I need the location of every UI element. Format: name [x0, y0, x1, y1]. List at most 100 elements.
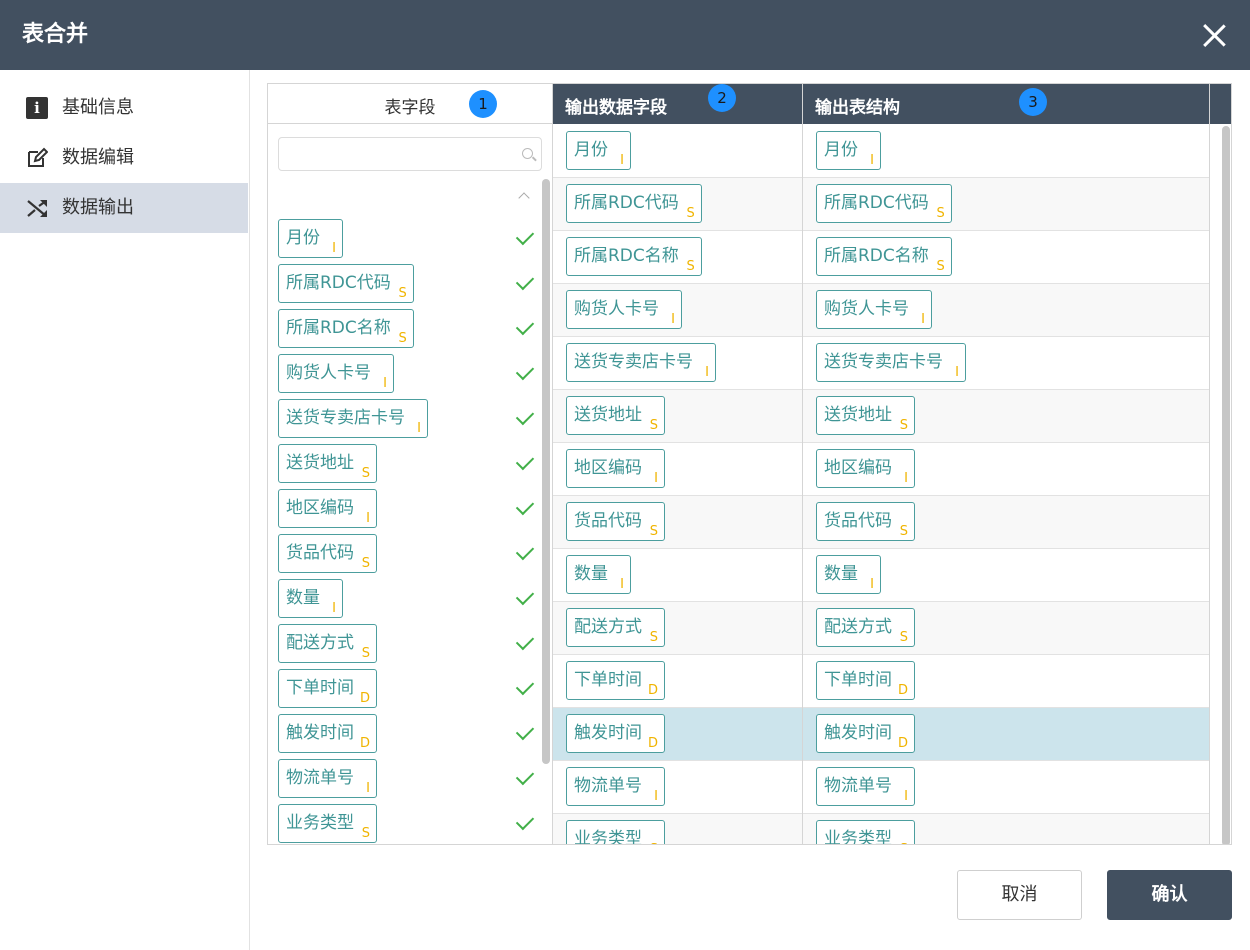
- check-icon[interactable]: [515, 226, 535, 246]
- check-icon[interactable]: [515, 631, 535, 651]
- field-tag[interactable]: 配送方式 S: [278, 624, 377, 663]
- field-name: 月份: [286, 228, 320, 248]
- field-tag[interactable]: 月份 I: [566, 131, 631, 170]
- check-icon[interactable]: [515, 451, 535, 471]
- check-icon[interactable]: [515, 361, 535, 381]
- field-type-letter: I: [620, 153, 624, 168]
- field-type-letter: S: [361, 646, 370, 661]
- check-icon[interactable]: [515, 496, 535, 516]
- field-tag[interactable]: 所属RDC代码 S: [816, 184, 952, 223]
- field-type-letter: I: [332, 241, 336, 256]
- field-type-letter: S: [899, 524, 908, 539]
- field-name: 货品代码: [574, 511, 642, 531]
- check-icon[interactable]: [515, 271, 535, 291]
- sidebar-item-data-output[interactable]: 数据输出: [0, 183, 248, 233]
- field-tag[interactable]: 送货地址 S: [278, 444, 377, 483]
- field-name: 送货专卖店卡号: [286, 408, 405, 428]
- field-tag[interactable]: 所属RDC代码 S: [566, 184, 702, 223]
- field-type-letter: S: [649, 418, 658, 433]
- field-tag[interactable]: 数量 I: [566, 555, 631, 594]
- field-name: 物流单号: [824, 776, 892, 796]
- chevron-up-icon[interactable]: [517, 189, 531, 203]
- field-tag[interactable]: 数量 I: [278, 579, 343, 618]
- field-tag[interactable]: 触发时间 D: [566, 714, 665, 753]
- field-tag[interactable]: 物流单号 I: [278, 759, 377, 798]
- field-type-letter: I: [671, 312, 675, 327]
- field-tag[interactable]: 下单时间 D: [816, 661, 915, 700]
- field-tag[interactable]: 货品代码 S: [278, 534, 377, 573]
- scrollbar[interactable]: [1222, 126, 1230, 844]
- field-tag[interactable]: 物流单号 I: [566, 767, 665, 806]
- field-tag[interactable]: 购货人卡号 I: [566, 290, 682, 329]
- column-header-label: 输出表结构: [815, 98, 900, 118]
- field-name: 所属RDC代码: [574, 193, 679, 213]
- field-name: 所属RDC名称: [574, 246, 679, 266]
- field-type-letter: S: [361, 556, 370, 571]
- field-type-letter: I: [705, 365, 709, 380]
- field-tag[interactable]: 送货专卖店卡号 I: [566, 343, 716, 382]
- field-tag[interactable]: 送货专卖店卡号 I: [278, 399, 428, 438]
- step-badge: 2: [708, 84, 736, 112]
- field-name: 购货人卡号: [574, 299, 659, 319]
- field-type-letter: S: [650, 843, 658, 845]
- field-tag[interactable]: 月份 I: [816, 131, 881, 170]
- field-tag[interactable]: 送货地址 S: [566, 396, 665, 435]
- field-name: 送货地址: [574, 405, 642, 425]
- field-tag[interactable]: 送货地址 S: [816, 396, 915, 435]
- shuffle-icon: [26, 197, 48, 219]
- field-tag[interactable]: 物流单号 I: [816, 767, 915, 806]
- field-tag[interactable]: 购货人卡号 I: [278, 354, 394, 393]
- search-input[interactable]: [287, 139, 517, 169]
- scrollbar[interactable]: [542, 179, 550, 764]
- field-type-letter: I: [955, 365, 959, 380]
- field-tag[interactable]: 地区编码 I: [816, 449, 915, 488]
- search-box: [278, 137, 542, 171]
- check-icon[interactable]: [515, 676, 535, 696]
- field-tag[interactable]: 配送方式 S: [566, 608, 665, 647]
- field-type-letter: I: [620, 577, 624, 592]
- field-name: 数量: [574, 564, 608, 584]
- field-tag[interactable]: 触发时间 D: [816, 714, 915, 753]
- field-tag[interactable]: 业务类型 S: [566, 820, 665, 845]
- confirm-button[interactable]: 确认: [1107, 870, 1232, 920]
- check-icon[interactable]: [515, 316, 535, 336]
- column-header-label: 输出数据字段: [565, 98, 667, 118]
- check-icon[interactable]: [515, 766, 535, 786]
- sidebar-item-label: 数据输出: [62, 197, 134, 218]
- field-tag[interactable]: 月份 I: [278, 219, 343, 258]
- field-tag[interactable]: 下单时间 D: [566, 661, 665, 700]
- check-icon[interactable]: [515, 541, 535, 561]
- field-tag[interactable]: 下单时间 D: [278, 669, 377, 708]
- field-tag[interactable]: 数量 I: [816, 555, 881, 594]
- check-icon[interactable]: [515, 811, 535, 831]
- field-tag[interactable]: 所属RDC名称 S: [278, 309, 414, 348]
- field-tag[interactable]: 地区编码 I: [566, 449, 665, 488]
- cancel-button[interactable]: 取消: [957, 870, 1082, 920]
- check-icon[interactable]: [515, 586, 535, 606]
- field-tag[interactable]: 货品代码 S: [816, 502, 915, 541]
- field-tag[interactable]: 所属RDC代码 S: [278, 264, 414, 303]
- field-type-letter: D: [897, 683, 908, 698]
- field-tag[interactable]: 业务类型 S: [278, 804, 377, 843]
- field-tag[interactable]: 触发时间 D: [278, 714, 377, 753]
- field-type-letter: S: [398, 286, 407, 301]
- sidebar-item-data-edit[interactable]: 数据编辑: [0, 133, 248, 183]
- check-icon[interactable]: [515, 406, 535, 426]
- step-badge: 1: [469, 90, 497, 118]
- field-tag[interactable]: 地区编码 I: [278, 489, 377, 528]
- field-tag[interactable]: 所属RDC名称 S: [566, 237, 702, 276]
- field-tag[interactable]: 购货人卡号 I: [816, 290, 932, 329]
- field-name: 购货人卡号: [824, 299, 909, 319]
- sidebar-item-label: 数据编辑: [62, 147, 134, 168]
- close-icon[interactable]: [1198, 19, 1230, 51]
- field-tag[interactable]: 送货专卖店卡号 I: [816, 343, 966, 382]
- field-name: 送货专卖店卡号: [574, 352, 693, 372]
- output-data-fields-column: 输出数据字段 2 月份 I 所属RDC代码 S 所属RDC名称 S 购货人卡号 I 送货专卖店卡…: [553, 84, 803, 844]
- field-tag[interactable]: 业务类型 S: [816, 820, 915, 844]
- field-name: 送货地址: [286, 453, 354, 473]
- field-tag[interactable]: 所属RDC名称 S: [816, 237, 952, 276]
- field-tag[interactable]: 配送方式 S: [816, 608, 915, 647]
- check-icon[interactable]: [515, 721, 535, 741]
- field-tag[interactable]: 货品代码 S: [566, 502, 665, 541]
- sidebar-item-basic-info[interactable]: i 基础信息: [0, 83, 248, 133]
